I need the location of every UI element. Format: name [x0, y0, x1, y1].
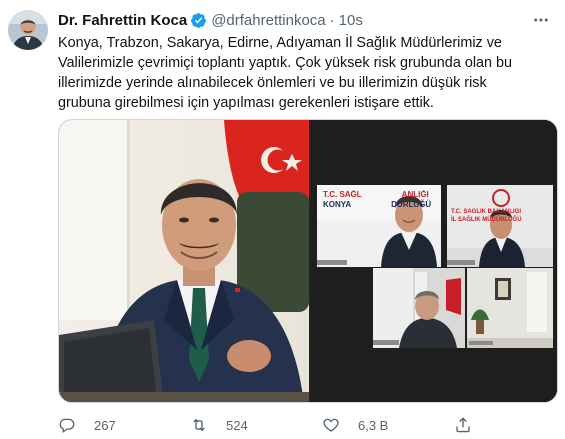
more-options-icon[interactable]	[529, 8, 553, 32]
avatar[interactable]	[8, 10, 48, 50]
tweet-text: Konya, Trabzon, Sakarya, Edirne, Adıyama…	[58, 33, 553, 113]
tweet-text-line: Valilerimizle çevrimiçi toplantı yaptık.…	[58, 55, 513, 71]
tweet-timestamp[interactable]: 10s	[339, 12, 363, 29]
tweet-actions: 267 524 6,3 B	[58, 416, 558, 436]
retweet-icon	[193, 418, 205, 432]
reply-icon	[59, 418, 75, 434]
tweet-text-line: grubuna girebilmesi için yapılması gerek…	[58, 95, 434, 111]
verified-badge-icon	[191, 12, 207, 28]
video-tile-office	[373, 268, 465, 348]
tweet-text-line: Konya, Trabzon, Sakarya, Edirne, Adıyama…	[58, 35, 502, 51]
video-tile-room	[467, 268, 553, 348]
tile-banner-line: ANLIĞI	[401, 190, 429, 199]
retweet-count: 524	[226, 417, 248, 433]
reply-button[interactable]: 267	[58, 416, 116, 434]
retweet-button[interactable]: 524	[190, 416, 248, 434]
like-count: 6,3 B	[358, 417, 389, 433]
author-handle[interactable]: @drfahrettinkoca	[211, 12, 325, 29]
media-photo-minister[interactable]	[59, 120, 309, 402]
tweet-text-line: illerimizde yerinde alınabilecek önlemle…	[58, 75, 487, 91]
tile-banner-line: İL SAĞLIK MÜDÜRLÜĞÜ	[451, 217, 522, 223]
tile-banner-line: KONYA	[323, 200, 352, 209]
tweet-header: Dr. Fahrettin Koca @drfahrettinkoca · 10…	[58, 10, 363, 30]
tweet-media[interactable]: T.C. SAĞL ANLIĞI KONYA DÜRLÜĞÜ T.C. SAĞLIK…	[58, 119, 558, 403]
reply-count: 267	[94, 417, 116, 433]
tweet-card[interactable]: Dr. Fahrettin Koca @drfahrettinkoca · 10…	[0, 0, 565, 439]
tile-banner-konya: T.C. SAĞL ANLIĞI KONYA DÜRLÜĞÜ	[323, 190, 441, 210]
tile-banner-line: DÜRLÜĞÜ	[391, 200, 432, 209]
heart-icon	[323, 418, 339, 432]
author-name[interactable]: Dr. Fahrettin Koca	[58, 12, 187, 29]
media-photo-video-call[interactable]: T.C. SAĞL ANLIĞI KONYA DÜRLÜĞÜ T.C. SAĞLIK…	[311, 120, 557, 402]
share-button[interactable]	[454, 416, 490, 434]
meta-separator: ·	[329, 11, 335, 29]
video-tile-provincial-directorate	[447, 185, 553, 267]
tile-banner-line: T.C. SAĞLIK BAKANLIĞI	[451, 209, 521, 215]
share-icon	[456, 417, 470, 433]
like-button[interactable]: 6,3 B	[322, 416, 388, 434]
tile-banner-line: T.C. SAĞL	[323, 190, 362, 199]
tile-banner-directorate: T.C. SAĞLIK BAKANLIĞI İL SAĞLIK MÜDÜRLÜĞ…	[451, 208, 551, 224]
